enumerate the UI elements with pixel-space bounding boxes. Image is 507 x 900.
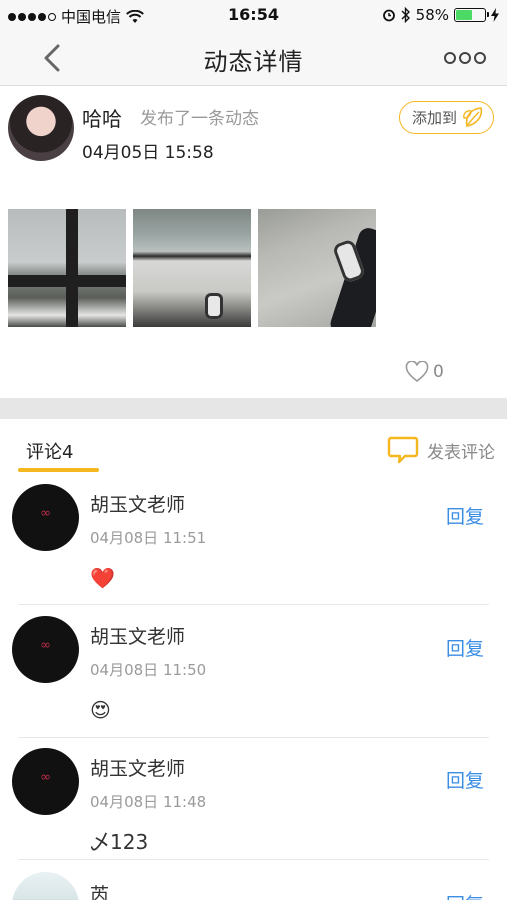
battery-percent: 58% (415, 6, 449, 24)
like-button[interactable]: 0 (405, 361, 444, 383)
author-avatar[interactable] (8, 95, 74, 161)
status-bar: 中国电信 16:54 58% (0, 0, 507, 30)
comment-item: 胡玉文老师 04月08日 11:51 回复 ❤️ (0, 484, 507, 605)
post-photo[interactable] (8, 209, 126, 327)
commenter-avatar[interactable] (12, 484, 79, 551)
comment-separator (18, 604, 489, 605)
comment-content: 乄123 (90, 830, 149, 854)
post-photo[interactable] (133, 209, 251, 327)
comment-timestamp: 04月08日 11:48 (90, 793, 207, 811)
more-dots-icon[interactable] (443, 48, 487, 68)
nav-bar: 动态详情 (0, 30, 507, 86)
comment-content: 😍 (90, 698, 111, 722)
comment-separator (18, 737, 489, 738)
like-count: 0 (433, 362, 444, 382)
alarm-icon (382, 9, 395, 22)
section-divider (0, 398, 507, 419)
commenter-avatar[interactable] (12, 616, 79, 683)
commenter-name[interactable]: 胡玉文老师 (90, 622, 185, 649)
comment-content: ❤️ (90, 566, 115, 590)
add-to-label: 添加到 (412, 109, 458, 127)
charging-icon (491, 8, 499, 22)
battery-icon (454, 8, 489, 22)
heart-outline-icon (405, 361, 429, 383)
post-timestamp: 04月05日 15:58 (82, 143, 214, 163)
post-author-name[interactable]: 哈哈 (82, 103, 122, 132)
status-right: 58% (382, 6, 499, 24)
post-comment-label: 发表评论 (427, 442, 495, 463)
post-card: 哈哈 发布了一条动态 04月05日 15:58 添加到 0 (0, 87, 507, 398)
commenter-avatar[interactable] (12, 748, 79, 815)
commenter-name[interactable]: 胡玉文老师 (90, 490, 185, 517)
leaf-icon (463, 107, 483, 127)
post-comment-button[interactable]: 发表评论 (387, 435, 495, 465)
comment-timestamp: 04月08日 11:51 (90, 529, 207, 547)
active-tab-indicator (18, 468, 99, 472)
tab-comments[interactable]: 评论4 (26, 438, 73, 464)
comment-bubble-icon (387, 436, 419, 464)
commenter-name[interactable]: 芮 (90, 880, 109, 900)
reply-button[interactable]: 回复 (446, 634, 484, 661)
comment-timestamp: 04月08日 11:50 (90, 661, 207, 679)
commenter-avatar[interactable] (12, 872, 79, 900)
comments-header: 评论4 发表评论 (0, 419, 507, 475)
reply-button[interactable]: 回复 (446, 502, 484, 529)
commenter-name[interactable]: 胡玉文老师 (90, 754, 185, 781)
comment-separator (18, 859, 489, 860)
add-to-button[interactable]: 添加到 (399, 101, 494, 134)
battery-fill (456, 10, 473, 20)
post-photo[interactable] (258, 209, 376, 327)
page-title: 动态详情 (203, 48, 304, 76)
post-action-text: 发布了一条动态 (140, 109, 259, 129)
reply-button[interactable]: 回复 (446, 766, 484, 793)
comment-item: 胡玉文老师 04月08日 11:50 回复 😍 (0, 616, 507, 738)
comment-item: 芮 回复 (0, 872, 507, 900)
reply-button[interactable]: 回复 (446, 890, 484, 900)
comment-item: 胡玉文老师 04月08日 11:48 回复 乄123 (0, 748, 507, 860)
bluetooth-icon (401, 7, 410, 23)
